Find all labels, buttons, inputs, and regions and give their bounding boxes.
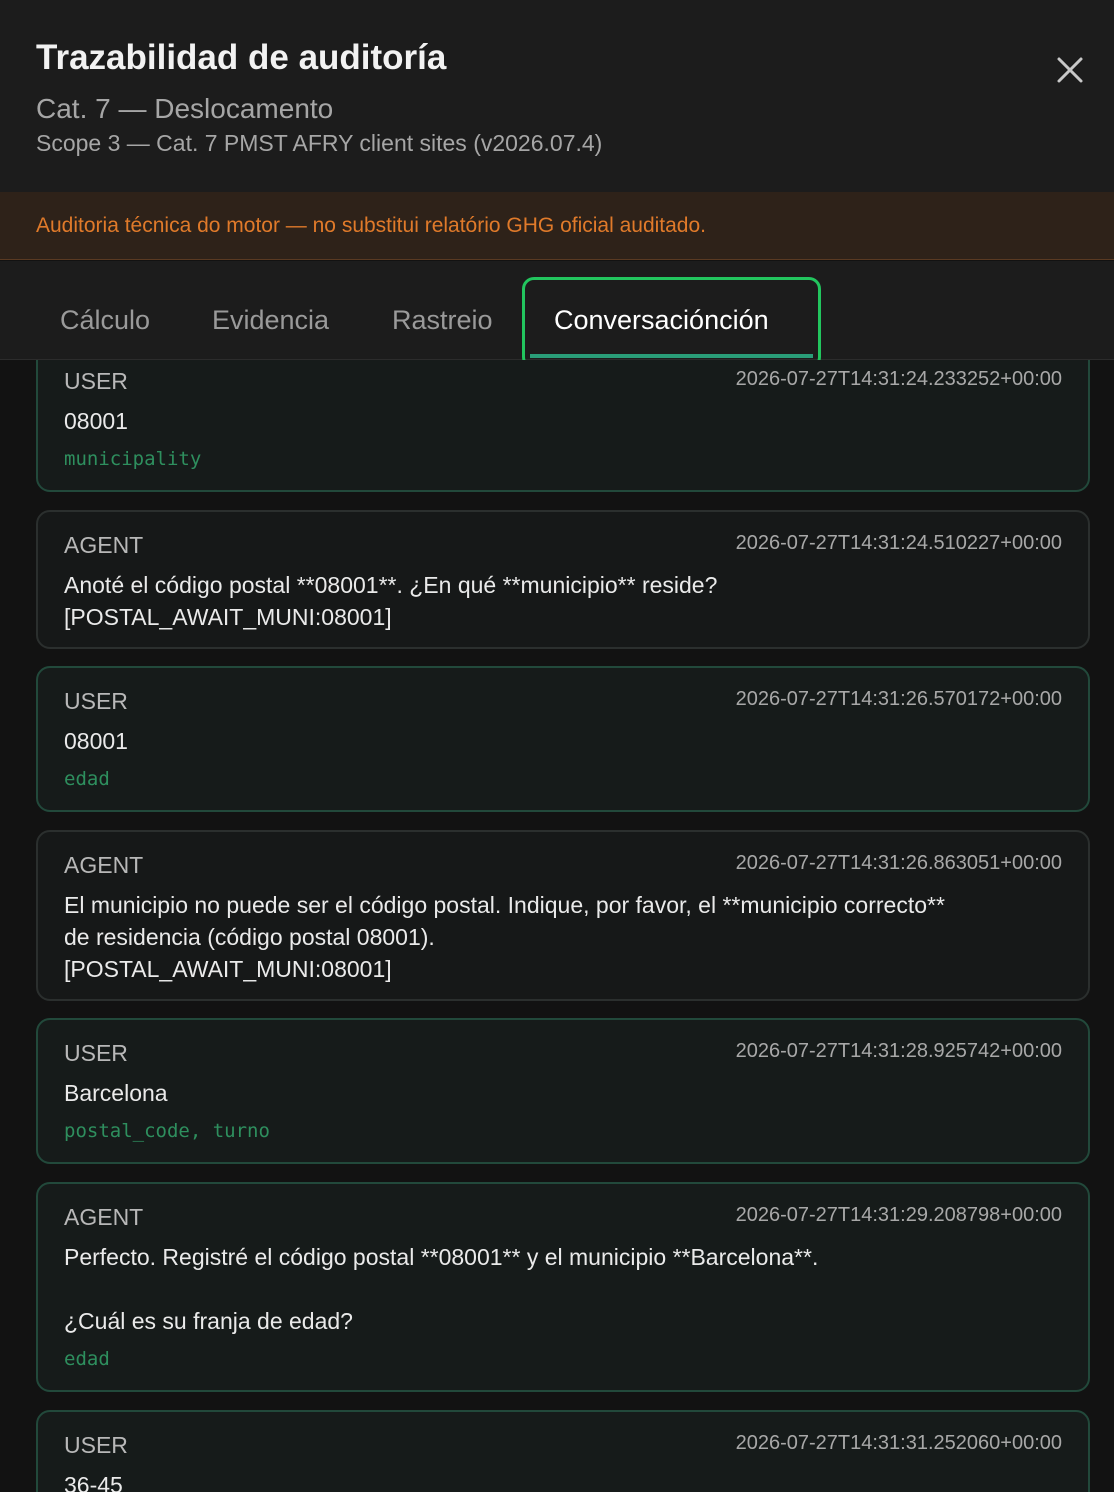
message-role: USER	[64, 688, 128, 714]
close-button[interactable]	[1050, 50, 1090, 90]
message-text: El municipio no puede ser el código post…	[64, 892, 945, 982]
message-timestamp: 2026-07-27T14:31:31.252060+00:00	[735, 1432, 1062, 1454]
tab-conversacion[interactable]: Conversaciónción	[554, 305, 769, 336]
category-subtitle: Cat. 7 — Deslocamento	[36, 93, 334, 124]
tab-rastreio[interactable]: Rastreio	[392, 305, 493, 336]
page-title: Trazabilidad de auditoría	[36, 38, 447, 77]
message-text: Perfecto. Registré el código postal **08…	[64, 1244, 819, 1334]
message-timestamp: 2026-07-27T14:31:24.233252+00:00	[735, 368, 1062, 390]
message-card-user: USER 2026-07-27T14:31:31.252060+00:00 36…	[36, 1410, 1090, 1492]
message-role: AGENT	[64, 852, 144, 878]
scope-line: Scope 3 — Cat. 7 PMST AFRY client sites …	[36, 130, 603, 156]
message-text: Barcelona	[64, 1080, 168, 1106]
message-field-tag: municipality	[64, 448, 202, 470]
message-card-user: USER 2026-07-27T14:31:26.570172+00:00 08…	[36, 666, 1090, 812]
message-card-agent: AGENT 2026-07-27T14:31:29.208798+00:00 P…	[36, 1182, 1090, 1392]
message-timestamp: 2026-07-27T14:31:24.510227+00:00	[735, 532, 1062, 554]
message-text: Anoté el código postal **08001**. ¿En qu…	[64, 572, 718, 630]
message-text: 08001	[64, 408, 128, 434]
disclaimer-banner: Auditoria técnica do motor — no substitu…	[0, 192, 1114, 260]
message-card-agent: AGENT 2026-07-27T14:31:26.863051+00:00 E…	[36, 830, 1090, 1001]
message-field-tag: edad	[64, 768, 110, 790]
message-role: USER	[64, 1432, 128, 1458]
message-role: AGENT	[64, 1204, 144, 1230]
message-role: USER	[64, 1040, 128, 1066]
active-tab-indicator	[530, 354, 813, 358]
message-field-tag: edad	[64, 1348, 110, 1370]
tab-evidencia[interactable]: Evidencia	[212, 305, 329, 336]
message-timestamp: 2026-07-27T14:31:26.863051+00:00	[735, 852, 1062, 874]
message-text: 08001	[64, 728, 128, 754]
tab-calculo[interactable]: Cálculo	[60, 305, 150, 336]
conversation-list[interactable]: USER 2026-07-27T14:31:24.233252+00:00 08…	[0, 360, 1114, 1492]
message-card-agent: AGENT 2026-07-27T14:31:24.510227+00:00 A…	[36, 510, 1090, 649]
message-role: USER	[64, 368, 128, 394]
modal-header: Trazabilidad de auditoría Cat. 7 — Deslo…	[0, 0, 1114, 192]
close-icon	[1057, 57, 1083, 83]
tab-bar: Cálculo Evidencia Rastreio Conversaciónc…	[0, 261, 1114, 369]
message-card-user: USER 2026-07-27T14:31:28.925742+00:00 Ba…	[36, 1018, 1090, 1164]
message-timestamp: 2026-07-27T14:31:26.570172+00:00	[735, 688, 1062, 710]
disclaimer-text: Auditoria técnica do motor — no substitu…	[36, 214, 707, 237]
message-card-user: USER 2026-07-27T14:31:24.233252+00:00 08…	[36, 360, 1090, 492]
message-timestamp: 2026-07-27T14:31:28.925742+00:00	[735, 1040, 1062, 1062]
message-text: 36-45	[64, 1472, 123, 1492]
message-field-tag: postal_code, turno	[64, 1120, 270, 1142]
message-role: AGENT	[64, 532, 144, 558]
message-timestamp: 2026-07-27T14:31:29.208798+00:00	[735, 1204, 1062, 1226]
